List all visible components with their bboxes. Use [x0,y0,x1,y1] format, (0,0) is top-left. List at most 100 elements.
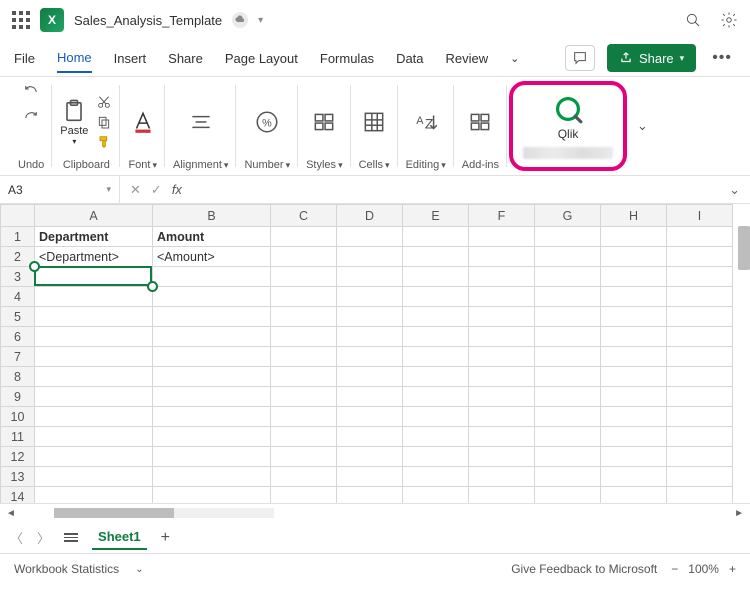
cell-E5[interactable] [403,307,469,327]
cut-icon[interactable] [96,94,112,110]
cell-B8[interactable] [153,367,271,387]
cell-I7[interactable] [667,347,733,367]
cell-I5[interactable] [667,307,733,327]
more-options-button[interactable]: ••• [708,49,736,67]
group-styles-label[interactable]: Styles▾ [306,160,343,173]
cell-B9[interactable] [153,387,271,407]
cell-H2[interactable] [601,247,667,267]
cell-B3[interactable] [153,267,271,287]
cell-C10[interactable] [271,407,337,427]
cell-D1[interactable] [337,227,403,247]
cell-E2[interactable] [403,247,469,267]
row-header-13[interactable]: 13 [1,467,35,487]
zoom-in-button[interactable]: + [729,562,736,576]
cell-G10[interactable] [535,407,601,427]
cell-F9[interactable] [469,387,535,407]
cell-I6[interactable] [667,327,733,347]
col-header-A[interactable]: A [35,205,153,227]
cell-F12[interactable] [469,447,535,467]
cell-H7[interactable] [601,347,667,367]
cell-E11[interactable] [403,427,469,447]
cell-A8[interactable] [35,367,153,387]
sheet-tab-active[interactable]: Sheet1 [92,525,147,550]
cell-A10[interactable] [35,407,153,427]
cell-B1[interactable]: Amount [153,227,271,247]
cell-C12[interactable] [271,447,337,467]
cell-G2[interactable] [535,247,601,267]
document-title[interactable]: Sales_Analysis_Template [74,13,222,28]
cell-H4[interactable] [601,287,667,307]
cell-I8[interactable] [667,367,733,387]
cell-G1[interactable] [535,227,601,247]
tab-overflow[interactable]: ⌄ [510,46,519,71]
cell-E8[interactable] [403,367,469,387]
row-header-5[interactable]: 5 [1,307,35,327]
name-box[interactable]: A3 ▾ [0,176,120,203]
add-sheet-button[interactable]: + [161,529,170,547]
sheet-nav-prev[interactable]: 〈 [10,528,23,547]
cell-C11[interactable] [271,427,337,447]
cell-C13[interactable] [271,467,337,487]
group-number-label[interactable]: Number▾ [244,160,290,173]
number-icon[interactable]: % [254,109,280,135]
cell-C2[interactable] [271,247,337,267]
paste-icon[interactable] [60,97,88,125]
cell-C5[interactable] [271,307,337,327]
cell-B7[interactable] [153,347,271,367]
cell-E10[interactable] [403,407,469,427]
cell-G3[interactable] [535,267,601,287]
group-cells-label[interactable]: Cells▾ [359,160,390,173]
cell-H13[interactable] [601,467,667,487]
cell-B14[interactable] [153,487,271,505]
cell-A9[interactable] [35,387,153,407]
cell-E14[interactable] [403,487,469,505]
ribbon-collapse-chevron-icon[interactable]: ⌄ [629,118,656,134]
cancel-formula-icon[interactable]: ✕ [130,182,141,198]
cell-D13[interactable] [337,467,403,487]
cloud-save-icon[interactable] [232,12,248,28]
cell-A2[interactable]: <Department> [35,247,153,267]
cell-D14[interactable] [337,487,403,505]
tab-share[interactable]: Share [168,45,203,72]
cell-H6[interactable] [601,327,667,347]
search-icon[interactable] [684,11,702,29]
cell-E9[interactable] [403,387,469,407]
app-launcher-icon[interactable] [12,11,30,29]
cell-B6[interactable] [153,327,271,347]
col-header-H[interactable]: H [601,205,667,227]
cell-F8[interactable] [469,367,535,387]
cell-B5[interactable] [153,307,271,327]
cell-D8[interactable] [337,367,403,387]
tab-data[interactable]: Data [396,45,423,72]
cell-D5[interactable] [337,307,403,327]
select-all-corner[interactable] [1,205,35,227]
cell-C7[interactable] [271,347,337,367]
cell-C4[interactable] [271,287,337,307]
row-header-9[interactable]: 9 [1,387,35,407]
cell-D12[interactable] [337,447,403,467]
cell-A4[interactable] [35,287,153,307]
formula-bar-input[interactable] [192,176,719,203]
cell-E13[interactable] [403,467,469,487]
cell-G14[interactable] [535,487,601,505]
cell-E7[interactable] [403,347,469,367]
cell-G8[interactable] [535,367,601,387]
cell-G6[interactable] [535,327,601,347]
row-header-8[interactable]: 8 [1,367,35,387]
horizontal-scrollbar[interactable]: ◄ ► [0,504,750,522]
cell-C14[interactable] [271,487,337,505]
cell-G4[interactable] [535,287,601,307]
cell-H10[interactable] [601,407,667,427]
cell-D2[interactable] [337,247,403,267]
group-addins-label[interactable]: Add-ins [462,160,499,173]
col-header-G[interactable]: G [535,205,601,227]
cell-C8[interactable] [271,367,337,387]
cell-F1[interactable] [469,227,535,247]
row-header-4[interactable]: 4 [1,287,35,307]
title-chevron-icon[interactable]: ▾ [258,15,263,26]
sheet-nav-next[interactable]: 〉 [37,528,50,547]
settings-gear-icon[interactable] [720,11,738,29]
cell-D9[interactable] [337,387,403,407]
cell-I1[interactable] [667,227,733,247]
tab-insert[interactable]: Insert [114,45,147,72]
